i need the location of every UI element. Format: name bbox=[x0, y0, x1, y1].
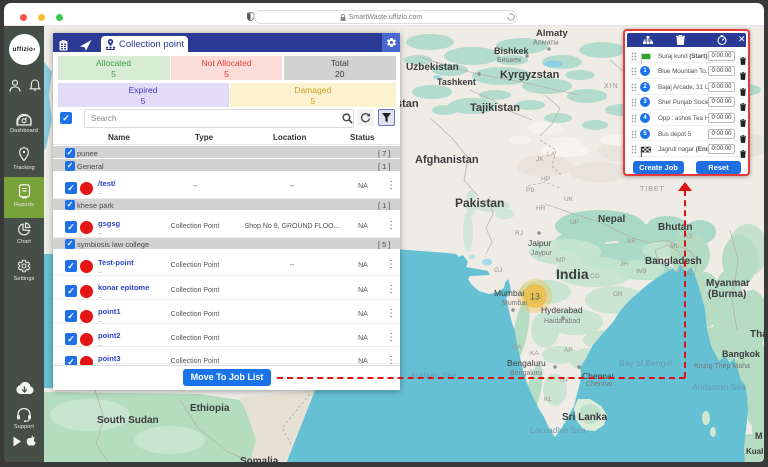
svg-text:Laccadive Sea: Laccadive Sea bbox=[530, 425, 586, 435]
svg-text:KL: KL bbox=[544, 396, 552, 403]
svg-text:Myanmar: Myanmar bbox=[706, 278, 750, 289]
svg-text:Krung Thep Maha: Krung Thep Maha bbox=[694, 363, 750, 370]
svg-text:Pakistan: Pakistan bbox=[455, 196, 504, 210]
svg-text:TIBET: TIBET bbox=[640, 186, 665, 193]
svg-text:Bengaluru: Bengaluru bbox=[507, 358, 546, 368]
svg-text:Chennai: Chennai bbox=[586, 381, 613, 388]
svg-text:Mumbai: Mumbai bbox=[494, 288, 524, 298]
svg-text:Chennai: Chennai bbox=[582, 371, 614, 381]
svg-text:Kyrgyzstan: Kyrgyzstan bbox=[500, 69, 560, 81]
svg-text:(Burma): (Burma) bbox=[708, 289, 746, 300]
svg-text:India: India bbox=[556, 266, 589, 282]
svg-text:Tajikistan: Tajikistan bbox=[470, 102, 520, 114]
svg-text:Nepal: Nepal bbox=[598, 214, 625, 225]
svg-text:Tha: Tha bbox=[750, 329, 764, 340]
svg-text:AP: AP bbox=[564, 347, 573, 354]
svg-text:Kual: Kual bbox=[746, 447, 763, 456]
svg-text:M: M bbox=[755, 431, 763, 441]
svg-text:UK: UK bbox=[564, 196, 574, 203]
svg-text:XIN: XIN bbox=[604, 83, 619, 90]
svg-text:Bengaluru: Bengaluru bbox=[510, 370, 542, 377]
svg-text:HP: HP bbox=[541, 176, 550, 183]
svg-text:LA: LA bbox=[547, 151, 556, 158]
svg-text:Tashkent: Tashkent bbox=[437, 77, 476, 87]
svg-text:OR: OR bbox=[613, 291, 623, 298]
svg-text:UP: UP bbox=[570, 219, 579, 226]
svg-text:Uzbekistan: Uzbekistan bbox=[406, 62, 459, 73]
svg-text:GA: GA bbox=[512, 344, 522, 351]
svg-text:South Sudan: South Sudan bbox=[97, 415, 159, 426]
svg-text:Mumbai: Mumbai bbox=[502, 300, 527, 307]
svg-text:Almaty: Almaty bbox=[536, 28, 568, 39]
svg-text:Bangladesh: Bangladesh bbox=[645, 256, 702, 267]
svg-text:BR: BR bbox=[627, 238, 636, 245]
svg-text:Hyderabad: Hyderabad bbox=[541, 305, 583, 315]
svg-text:Sri Lanka: Sri Lanka bbox=[562, 412, 607, 423]
svg-text:HR: HR bbox=[536, 205, 546, 212]
svg-text:PB: PB bbox=[526, 187, 535, 194]
svg-text:Jaypur: Jaypur bbox=[531, 250, 553, 257]
svg-text:Andaman Sea: Andaman Sea bbox=[692, 382, 746, 392]
svg-text:Jaipur: Jaipur bbox=[528, 238, 551, 248]
svg-text:13: 13 bbox=[530, 292, 540, 302]
svg-text:RJ: RJ bbox=[515, 230, 523, 237]
svg-text:Алматы: Алматы bbox=[533, 40, 559, 47]
svg-text:Afghanistan: Afghanistan bbox=[415, 154, 479, 166]
svg-text:WB: WB bbox=[636, 268, 646, 275]
svg-text:MP: MP bbox=[556, 257, 566, 264]
svg-text:ML: ML bbox=[670, 243, 679, 250]
svg-text:JK: JK bbox=[536, 156, 544, 163]
svg-text:Ethiopia: Ethiopia bbox=[190, 403, 230, 414]
svg-text:Haidarabad: Haidarabad bbox=[544, 318, 580, 325]
svg-text:CG: CG bbox=[590, 273, 600, 280]
svg-text:Бишкек: Бишкек bbox=[497, 57, 522, 64]
svg-text:Somalia: Somalia bbox=[240, 456, 279, 462]
svg-text:Bhutan: Bhutan bbox=[658, 222, 692, 233]
svg-text:Bishkek: Bishkek bbox=[494, 46, 530, 56]
svg-text:KA: KA bbox=[530, 350, 539, 357]
svg-text:Bay of Bengal: Bay of Bengal bbox=[619, 358, 672, 368]
svg-text:GJ: GJ bbox=[494, 267, 502, 274]
svg-text:JH: JH bbox=[620, 261, 628, 268]
svg-text:Bangkok: Bangkok bbox=[722, 349, 761, 359]
